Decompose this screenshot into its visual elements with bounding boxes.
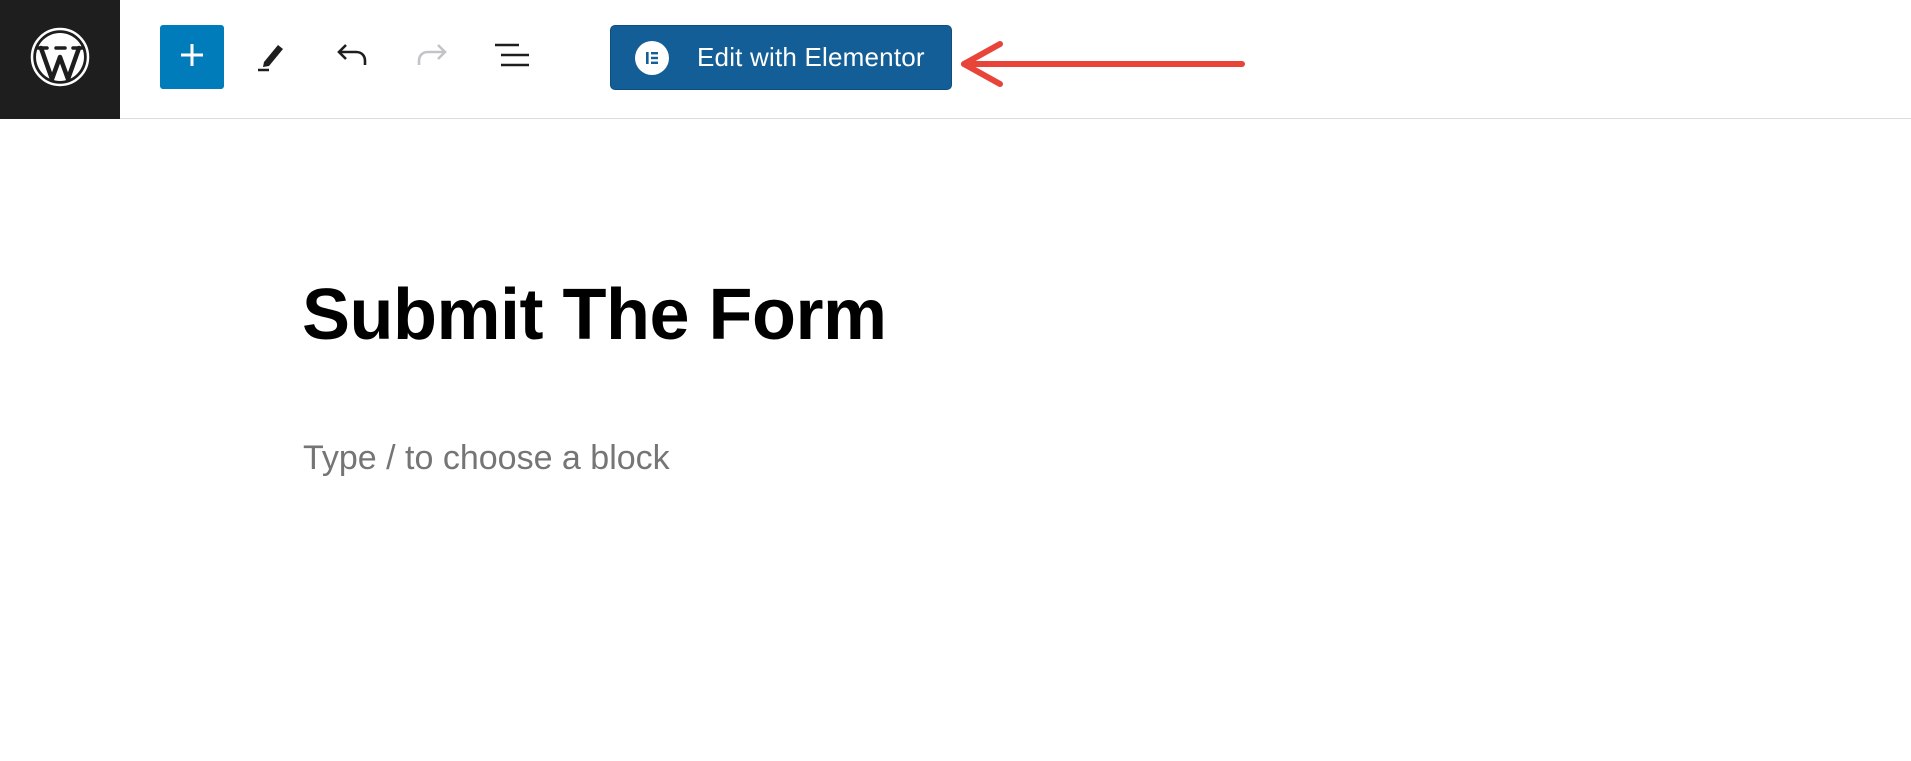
- undo-icon: [334, 40, 370, 75]
- redo-button[interactable]: [400, 25, 464, 89]
- edit-with-elementor-button[interactable]: Edit with Elementor: [610, 25, 952, 90]
- editor-canvas: Submit The Form Type / to choose a block: [0, 119, 1911, 761]
- tools-button[interactable]: [240, 25, 304, 89]
- wordpress-logo-icon: [30, 27, 90, 92]
- post-title[interactable]: Submit The Form: [302, 279, 887, 351]
- block-editor-page: Edit with Elementor Submit The Form Type…: [0, 0, 1911, 761]
- elementor-icon: [635, 40, 669, 75]
- wordpress-logo-button[interactable]: [0, 0, 120, 119]
- add-block-button[interactable]: [160, 25, 224, 89]
- plus-icon: [177, 40, 207, 75]
- document-overview-button[interactable]: [480, 25, 544, 89]
- list-view-icon: [492, 40, 532, 75]
- undo-button[interactable]: [320, 25, 384, 89]
- block-appender-placeholder[interactable]: Type / to choose a block: [303, 439, 670, 478]
- redo-icon: [414, 40, 450, 75]
- edit-with-elementor-label: Edit with Elementor: [697, 42, 925, 72]
- red-arrow-icon: [958, 40, 1248, 90]
- editor-header-toolbar: Edit with Elementor: [0, 0, 1911, 119]
- pencil-icon: [255, 38, 289, 77]
